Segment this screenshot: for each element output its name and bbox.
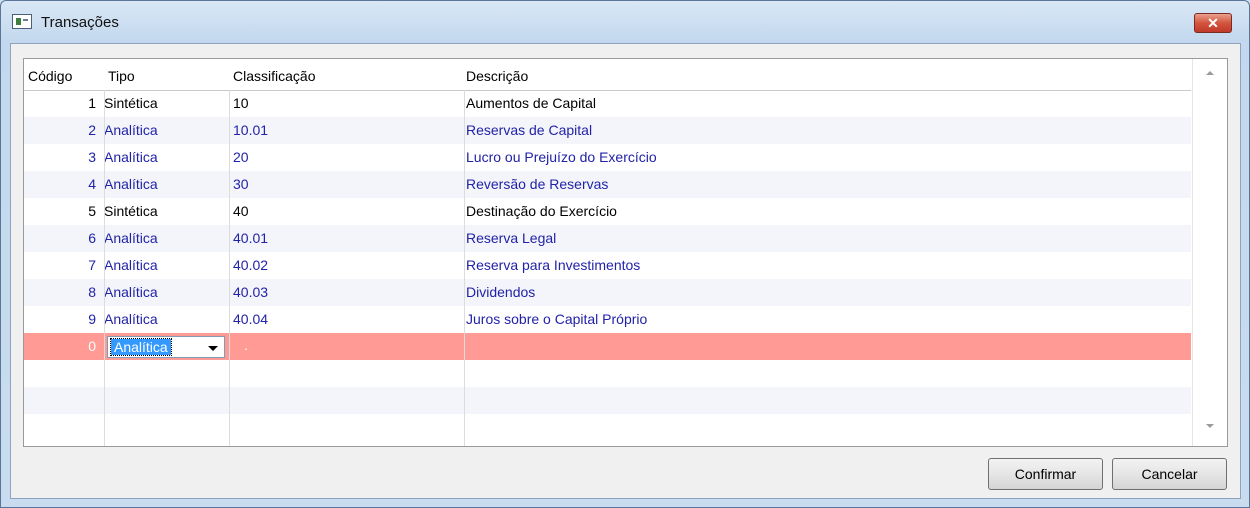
cell-codigo[interactable]: 5: [24, 203, 96, 219]
cancel-button[interactable]: Cancelar: [1112, 458, 1227, 490]
cell-classificacao[interactable]: 20: [233, 149, 249, 165]
new-row-codigo[interactable]: 0: [24, 338, 96, 354]
table-row[interactable]: 6 Analítica 40.01 Reserva Legal: [24, 225, 1191, 252]
cell-codigo[interactable]: 1: [24, 95, 96, 111]
cell-classificacao[interactable]: 10: [233, 95, 249, 111]
grid-header: Código Tipo Classificação Descrição: [24, 59, 1191, 91]
title-bar[interactable]: Transações ✕: [1, 1, 1249, 43]
window-title: Transações: [41, 14, 119, 31]
cell-classificacao[interactable]: 40.01: [233, 230, 268, 246]
column-header-classificacao[interactable]: Classificação: [233, 68, 315, 84]
chevron-down-icon[interactable]: [208, 346, 218, 351]
cell-tipo[interactable]: Analítica: [104, 122, 158, 138]
cell-codigo[interactable]: 9: [24, 311, 96, 327]
column-header-codigo[interactable]: Código: [28, 68, 72, 84]
confirm-button[interactable]: Confirmar: [988, 458, 1103, 490]
transactions-grid[interactable]: Código Tipo Classificação Descrição 1 Sin…: [23, 58, 1228, 447]
cell-codigo[interactable]: 4: [24, 176, 96, 192]
table-row[interactable]: 2 Analítica 10.01 Reservas de Capital: [24, 117, 1191, 144]
cell-codigo[interactable]: 3: [24, 149, 96, 165]
cell-descricao[interactable]: Reversão de Reservas: [466, 176, 608, 192]
column-divider: [229, 90, 230, 446]
new-row-classificacao[interactable]: .: [244, 337, 248, 353]
close-icon: ✕: [1207, 15, 1219, 31]
cell-classificacao[interactable]: 40.04: [233, 311, 268, 327]
cell-tipo[interactable]: Analítica: [104, 149, 158, 165]
app-icon: [12, 14, 32, 29]
cell-classificacao[interactable]: 30: [233, 176, 249, 192]
cell-tipo[interactable]: Analítica: [104, 257, 158, 273]
vertical-scrollbar[interactable]: [1192, 59, 1227, 446]
dialog-body: Código Tipo Classificação Descrição 1 Sin…: [10, 43, 1241, 499]
cell-tipo[interactable]: Analítica: [104, 311, 158, 327]
table-row[interactable]: 5 Sintética 40 Destinação do Exercício: [24, 198, 1191, 225]
column-header-descricao[interactable]: Descrição: [466, 68, 528, 84]
cell-descricao[interactable]: Lucro ou Prejuízo do Exercício: [466, 149, 657, 165]
cell-descricao[interactable]: Dividendos: [466, 284, 535, 300]
cell-tipo[interactable]: Sintética: [104, 203, 158, 219]
empty-row: [24, 360, 1191, 387]
new-row[interactable]: 0 Analítica .: [24, 333, 1191, 360]
cell-descricao[interactable]: Reserva para Investimentos: [466, 257, 640, 273]
table-row[interactable]: 4 Analítica 30 Reversão de Reservas: [24, 171, 1191, 198]
table-row[interactable]: 9 Analítica 40.04 Juros sobre o Capital Pró…: [24, 306, 1191, 333]
cell-descricao[interactable]: Reserva Legal: [466, 230, 556, 246]
scroll-up-icon[interactable]: [1206, 71, 1214, 75]
cell-tipo[interactable]: Analítica: [104, 230, 158, 246]
tipo-dropdown[interactable]: Analítica: [107, 336, 225, 358]
cell-classificacao[interactable]: 40.02: [233, 257, 268, 273]
cell-descricao[interactable]: Reservas de Capital: [466, 122, 592, 138]
column-divider: [464, 90, 465, 446]
cell-codigo[interactable]: 2: [24, 122, 96, 138]
tipo-dropdown-value: Analítica: [110, 338, 172, 356]
cell-tipo[interactable]: Sintética: [104, 95, 158, 111]
empty-row: [24, 387, 1191, 414]
cell-tipo[interactable]: Analítica: [104, 284, 158, 300]
column-divider: [104, 90, 105, 446]
scroll-down-icon[interactable]: [1206, 424, 1214, 428]
table-row[interactable]: 7 Analítica 40.02 Reserva para Investimento…: [24, 252, 1191, 279]
cell-codigo[interactable]: 7: [24, 257, 96, 273]
cell-descricao[interactable]: Destinação do Exercício: [466, 203, 617, 219]
cell-classificacao[interactable]: 40.03: [233, 284, 268, 300]
cell-descricao[interactable]: Juros sobre o Capital Próprio: [466, 311, 647, 327]
table-row[interactable]: 8 Analítica 40.03 Dividendos: [24, 279, 1191, 306]
transacoes-window: Transações ✕ Código Tipo Classificação D…: [0, 0, 1250, 508]
close-button[interactable]: ✕: [1194, 13, 1232, 33]
empty-row: [24, 414, 1191, 441]
cell-classificacao[interactable]: 40: [233, 203, 249, 219]
cell-codigo[interactable]: 8: [24, 284, 96, 300]
table-row[interactable]: 3 Analítica 20 Lucro ou Prejuízo do Exercíc…: [24, 144, 1191, 171]
cell-descricao[interactable]: Aumentos de Capital: [466, 95, 596, 111]
cell-tipo[interactable]: Analítica: [104, 176, 158, 192]
cell-classificacao[interactable]: 10.01: [233, 122, 268, 138]
cell-codigo[interactable]: 6: [24, 230, 96, 246]
table-row[interactable]: 1 Sintética 10 Aumentos de Capital: [24, 90, 1191, 117]
column-header-tipo[interactable]: Tipo: [108, 68, 135, 84]
